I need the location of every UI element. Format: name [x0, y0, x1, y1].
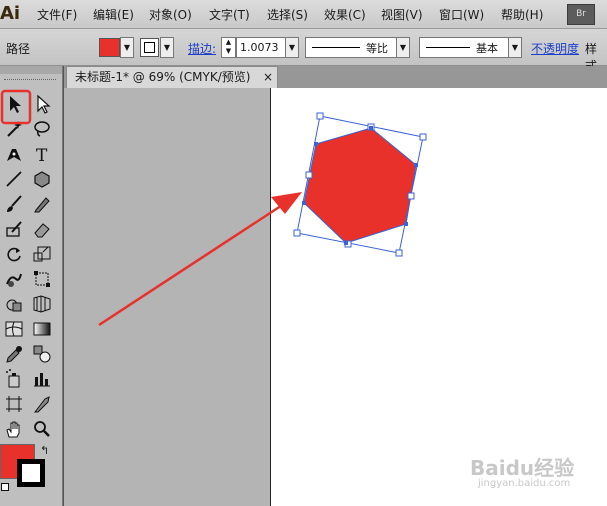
pen-tool-icon[interactable]: [3, 143, 27, 165]
lasso-tool-icon[interactable]: [31, 118, 55, 140]
watermark-url: jingyan.baidu.com: [478, 478, 571, 489]
stroke-dropdown-icon[interactable]: ▼: [160, 37, 174, 58]
perspective-grid-tool-icon[interactable]: [31, 293, 55, 315]
gradient-tool-icon[interactable]: [31, 318, 55, 340]
brush-definition-select[interactable]: 基本: [419, 37, 509, 58]
document-tab[interactable]: 未标题-1* @ 69% (CMYK/预览) ×: [66, 66, 278, 89]
stroke-weight-stepper-icon[interactable]: ▲ ▼: [221, 37, 236, 58]
artboard-tool-icon[interactable]: [3, 393, 27, 415]
stroke-swatch[interactable]: [140, 38, 159, 57]
hand-tool-icon[interactable]: [3, 418, 27, 440]
menu-view[interactable]: 视图(V): [381, 6, 423, 23]
opacity-link[interactable]: 不透明度: [531, 40, 579, 57]
selection-type-label: 路径: [6, 42, 31, 56]
profile-label: 等比: [366, 42, 388, 55]
warp-tool-icon[interactable]: [3, 268, 27, 290]
zoom-tool-icon[interactable]: [31, 418, 55, 440]
fill-dropdown-icon[interactable]: ▼: [120, 37, 134, 58]
bridge-button[interactable]: Br: [567, 4, 595, 25]
profile-dropdown-icon[interactable]: ▼: [396, 37, 410, 58]
shape-builder-tool-icon[interactable]: [3, 293, 27, 315]
svg-text:T: T: [36, 146, 48, 165]
brush-label: 基本: [476, 42, 498, 55]
menu-window[interactable]: 窗口(W): [439, 6, 484, 23]
app-logo: Ai: [0, 3, 21, 24]
menu-bar: Ai 文件(F) 编辑(E) 对象(O) 文字(T) 选择(S) 效果(C) 视…: [0, 0, 607, 29]
fill-swatch[interactable]: [99, 38, 120, 57]
brush-dropdown-icon[interactable]: ▼: [508, 37, 522, 58]
control-bar: 路径 ▼ ▼ 描边: ▲▼ 1.0073 ▼ 等比 ▼ 基本 ▼ 不透明度 样式: [0, 29, 607, 73]
menu-type[interactable]: 文字(T): [209, 6, 250, 23]
menu-help[interactable]: 帮助(H): [501, 6, 543, 23]
artboard[interactable]: [270, 88, 607, 506]
eyedropper-tool-icon[interactable]: [3, 343, 27, 365]
selection-tool-icon[interactable]: [3, 93, 27, 115]
polygon-tool-icon[interactable]: [31, 168, 55, 190]
type-tool-icon[interactable]: T: [31, 143, 55, 166]
watermark-logo: Baidu经验: [470, 456, 575, 480]
tools-panel: T ↰: [0, 66, 63, 506]
stroke-weight-label[interactable]: 描边:: [188, 40, 216, 57]
swap-colors-icon[interactable]: ↰: [40, 444, 49, 457]
blob-brush-tool-icon[interactable]: [3, 218, 27, 240]
document-tab-strip: 未标题-1* @ 69% (CMYK/预览) ×: [64, 66, 607, 89]
menu-file[interactable]: 文件(F): [37, 6, 77, 23]
free-transform-tool-icon[interactable]: [31, 268, 55, 290]
tools-grip[interactable]: [4, 79, 56, 81]
magic-wand-tool-icon[interactable]: [3, 118, 27, 140]
variable-width-profile-select[interactable]: 等比: [305, 37, 397, 58]
default-colors-icon[interactable]: [1, 483, 9, 491]
menu-edit[interactable]: 编辑(E): [93, 6, 134, 23]
menu-select[interactable]: 选择(S): [267, 6, 308, 23]
rotate-tool-icon[interactable]: [3, 243, 27, 265]
document-tab-title: 未标题-1* @ 69% (CMYK/预览): [75, 70, 251, 84]
column-graph-tool-icon[interactable]: [31, 368, 55, 390]
paintbrush-tool-icon[interactable]: [3, 193, 27, 215]
line-tool-icon[interactable]: [3, 168, 27, 190]
blend-tool-icon[interactable]: [31, 343, 55, 365]
close-tab-icon[interactable]: ×: [263, 67, 273, 88]
scale-tool-icon[interactable]: [31, 243, 55, 265]
symbol-sprayer-tool-icon[interactable]: [3, 368, 27, 390]
direct-selection-tool-icon[interactable]: [31, 93, 55, 115]
stroke-weight-input[interactable]: 1.0073: [236, 37, 289, 58]
mesh-tool-icon[interactable]: [3, 318, 27, 340]
stroke-weight-dropdown-icon[interactable]: ▼: [285, 37, 299, 58]
slice-tool-icon[interactable]: [31, 393, 55, 415]
tools-panel-header: [0, 66, 62, 74]
menu-object[interactable]: 对象(O): [149, 6, 192, 23]
eraser-tool-icon[interactable]: [31, 218, 55, 240]
menu-effect[interactable]: 效果(C): [324, 6, 366, 23]
pencil-tool-icon[interactable]: [31, 193, 55, 215]
stroke-color-box[interactable]: [17, 459, 45, 487]
